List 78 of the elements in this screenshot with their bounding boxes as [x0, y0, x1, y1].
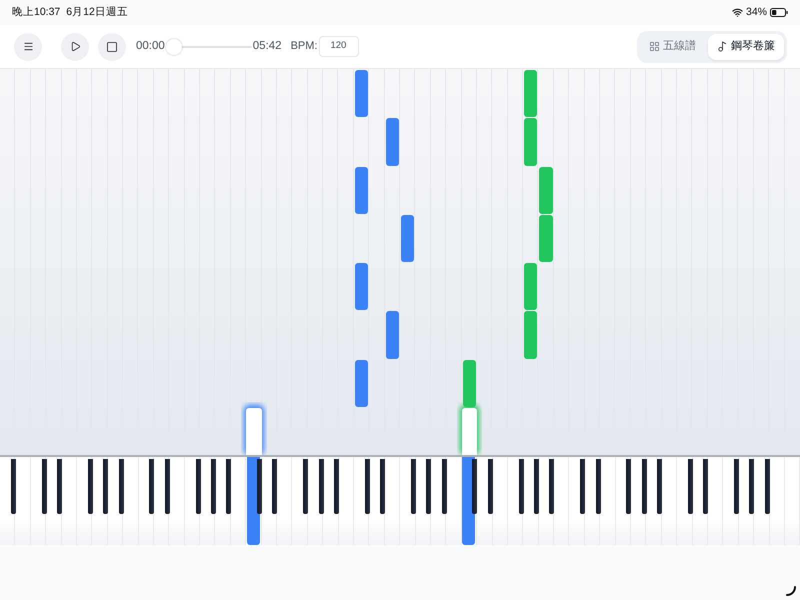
sharp-key[interactable] [749, 459, 754, 514]
note-bar [386, 118, 399, 166]
note-bar [524, 70, 538, 118]
sharp-key[interactable] [734, 459, 739, 514]
note-bar [524, 311, 538, 358]
bpm-input[interactable]: 120 [319, 36, 360, 57]
sharp-key[interactable] [410, 459, 416, 514]
sharp-key[interactable] [488, 459, 493, 514]
sharp-key[interactable] [580, 459, 586, 514]
sharp-key[interactable] [442, 459, 447, 514]
sharp-key[interactable] [334, 459, 339, 514]
stop-button[interactable] [98, 32, 126, 60]
sharp-key[interactable] [303, 459, 308, 514]
wifi-icon [732, 7, 743, 18]
music-note-icon [717, 41, 728, 52]
sharp-key[interactable] [272, 459, 278, 514]
sharp-key[interactable] [226, 459, 232, 514]
sharp-key[interactable] [380, 459, 386, 514]
note-bar [524, 118, 538, 166]
status-time: 晚上10:37 [12, 4, 60, 20]
sharp-key[interactable] [118, 459, 124, 514]
sharp-key[interactable] [318, 459, 324, 514]
natural-key[interactable] [600, 457, 616, 545]
sharp-key[interactable] [626, 459, 632, 514]
arc-icon [786, 586, 796, 596]
sharp-key[interactable] [149, 459, 154, 514]
sharp-key[interactable] [257, 459, 262, 514]
note-bar [386, 311, 399, 358]
natural-key[interactable] [15, 457, 31, 545]
note-bar [354, 360, 368, 407]
note-bar [539, 214, 553, 262]
sharp-key[interactable] [10, 459, 16, 514]
sharp-key[interactable] [88, 459, 93, 514]
battery-percent: 34% [746, 4, 767, 20]
note-bar [354, 70, 368, 118]
sharp-key[interactable] [764, 459, 770, 514]
status-date: 6月12日週五 [66, 4, 128, 20]
sharp-key[interactable] [210, 459, 216, 514]
note-bar [354, 263, 368, 310]
note-bar [401, 214, 414, 262]
grid-icon [649, 41, 660, 52]
note-bar [462, 360, 476, 407]
pressed-key[interactable] [246, 457, 260, 545]
progress-slider[interactable] [166, 38, 252, 54]
play-button[interactable] [61, 32, 89, 60]
natural-key[interactable] [123, 457, 139, 545]
sharp-key[interactable] [657, 459, 662, 514]
note-bar [354, 166, 368, 214]
sharp-key[interactable] [426, 459, 432, 514]
battery-icon [770, 8, 788, 17]
sharp-key[interactable] [42, 459, 47, 514]
sharp-key[interactable] [57, 459, 62, 514]
sharp-key[interactable] [472, 459, 478, 514]
view-tab[interactable]: 鋼琴卷簾 [708, 34, 784, 60]
natural-key[interactable] [446, 457, 462, 545]
sharp-key[interactable] [103, 459, 108, 514]
sharp-key[interactable] [549, 459, 554, 514]
bpm-label: BPM: [290, 39, 318, 54]
sharp-key[interactable] [642, 459, 647, 514]
note-bar [539, 166, 553, 214]
slider-thumb[interactable] [166, 38, 182, 54]
note-bar [524, 263, 538, 310]
sharp-key[interactable] [196, 459, 200, 514]
stop-icon [106, 40, 118, 52]
current-time: 00:00 [136, 38, 165, 54]
menu-icon [22, 41, 34, 52]
natural-key[interactable] [169, 457, 185, 545]
menu-button[interactable] [14, 32, 42, 60]
sharp-key[interactable] [364, 459, 370, 514]
sharp-key[interactable] [518, 459, 524, 514]
view-tab[interactable]: 五線譜 [640, 34, 705, 60]
sharp-key[interactable] [164, 459, 170, 514]
sharp-key[interactable] [688, 459, 693, 514]
sharp-key[interactable] [596, 459, 600, 514]
play-icon [70, 41, 80, 52]
sharp-key[interactable] [534, 459, 539, 514]
sharp-key[interactable] [703, 459, 708, 514]
total-time: 05:42 [252, 38, 282, 54]
